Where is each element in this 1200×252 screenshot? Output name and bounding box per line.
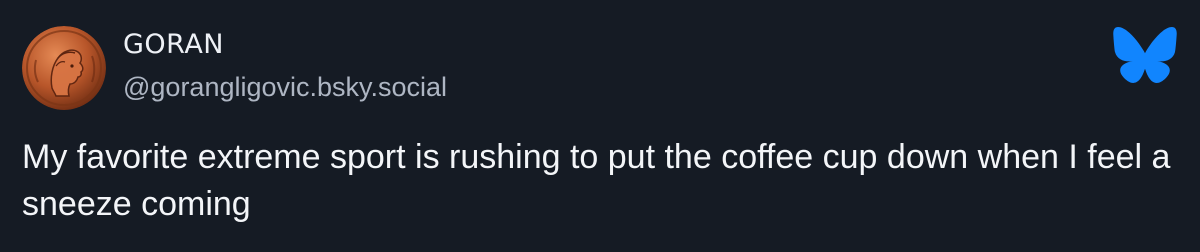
author-avatar[interactable] — [22, 26, 106, 110]
author-handle[interactable]: @gorangligovic.bsky.social — [123, 72, 447, 103]
coin-portrait-icon — [22, 26, 106, 110]
author-display-name[interactable]: GORAN — [123, 29, 224, 60]
bluesky-logo-svg — [1113, 27, 1177, 83]
bluesky-butterfly-icon[interactable] — [1112, 26, 1178, 84]
post-card: GORAN @gorangligovic.bsky.social My favo… — [0, 0, 1200, 252]
post-text: My favorite extreme sport is rushing to … — [22, 138, 1171, 223]
